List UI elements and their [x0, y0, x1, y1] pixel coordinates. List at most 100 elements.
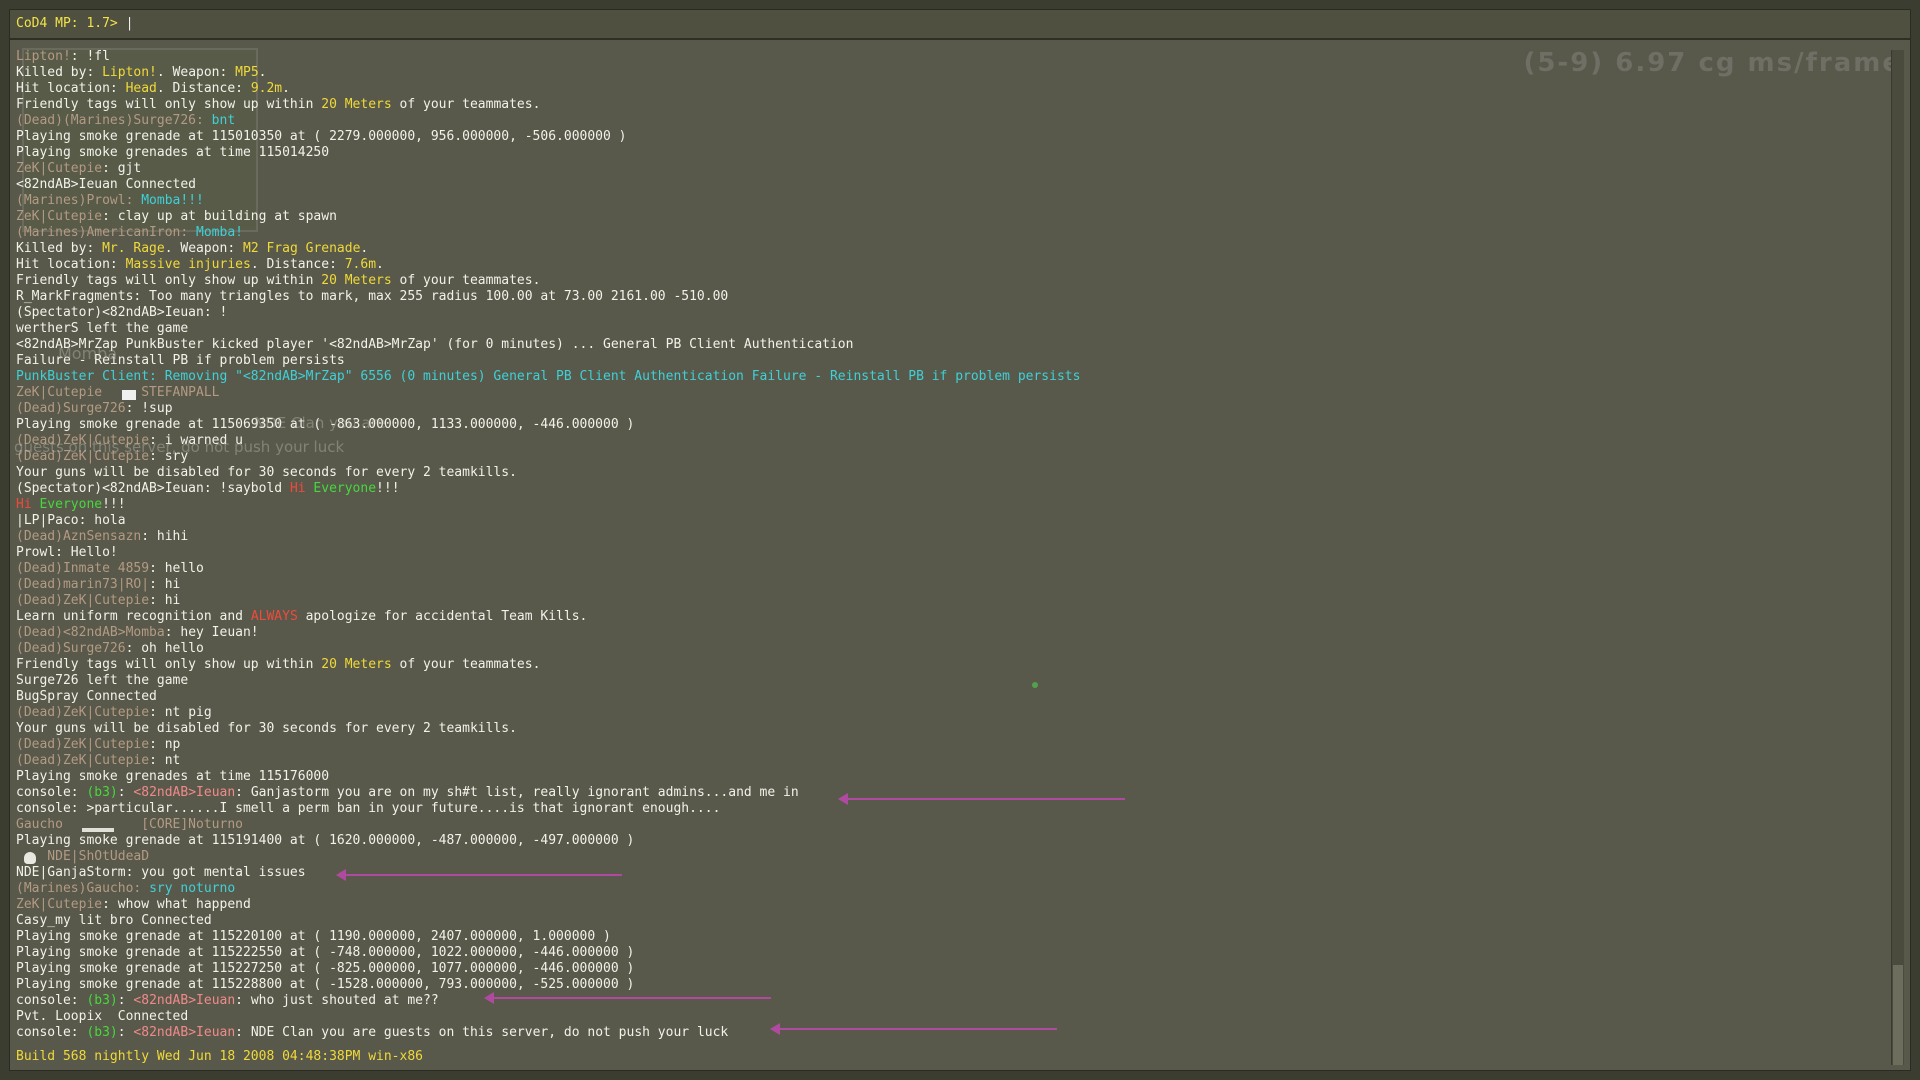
log-segment: : NDE Clan you are guests on this server… [235, 1025, 729, 1040]
log-segment: : hello [149, 561, 204, 576]
log-segment: Playing smoke grenades at time 115176000 [16, 769, 330, 784]
log-segment: ZeK|Cutepie [16, 385, 103, 400]
log-segment: (Dead)<82ndAB>Momba [16, 625, 165, 640]
log-segment: MP5 [235, 65, 259, 80]
log-segment: : [117, 993, 134, 1008]
log-line: NDE|ShOtUdeaD [16, 849, 1880, 865]
log-segment: Playing smoke grenade at 115010350 at ( … [16, 129, 627, 144]
log-segment: : hi [149, 577, 181, 592]
log-segment: Playing smoke grenade at 115222550 at ( … [16, 945, 635, 960]
log-line: Playing smoke grenades at time 115014250 [16, 145, 1880, 161]
log-segment: Hit location: [16, 257, 126, 272]
log-line: ZeK|Cutepie: clay up at building at spaw… [16, 209, 1880, 225]
log-segment: : clay up at building at spawn [102, 209, 337, 224]
console-log[interactable]: Lipton!: !fl Killed by: Lipton!. Weapon: … [16, 49, 1880, 1054]
log-line: Hit location: Head. Distance: 9.2m. [16, 81, 1880, 97]
log-line: (Dead)<82ndAB>Momba: hey Ieuan! [16, 625, 1880, 641]
console-scrollbar[interactable] [1891, 50, 1904, 1065]
log-segment: Friendly tags will only show up within [16, 657, 322, 672]
log-line: (Marines)AmericanIron: Momba! [16, 225, 1880, 241]
log-line: (Dead)ZeK|Cutepie: nt [16, 753, 1880, 769]
log-segment: (Spectator)<82ndAB>Ieuan: ! [16, 305, 228, 320]
log-segment: (Dead)Surge726 [16, 401, 126, 416]
log-segment: Surge726 left the game [16, 673, 189, 688]
log-line: Prowl: Hello! [16, 545, 1880, 561]
log-segment: Hi [16, 497, 40, 512]
log-segment: (Dead)ZeK|Cutepie [16, 737, 150, 752]
log-segment: . Weapon: [156, 65, 236, 80]
log-segment: of your teammates. [391, 657, 541, 672]
log-segment: . [258, 65, 267, 80]
console-prompt: CoD4 MP: 1.7> [16, 16, 118, 31]
log-segment: Hit location: [16, 81, 126, 96]
perf-overlay: (5-9) 6.97 cg ms/frame [1523, 48, 1902, 78]
log-segment: !!! [102, 497, 126, 512]
log-segment: (Marines)Prowl: [16, 193, 142, 208]
log-segment: |LP|Paco: hola [16, 513, 126, 528]
annotation-arrow-4 [770, 1023, 1057, 1035]
skull-icon [24, 852, 36, 864]
log-line: (Marines)Gaucho: sry noturno [16, 881, 1880, 897]
log-segment: Casy_my lit bro Connected [16, 913, 212, 928]
log-line: Learn uniform recognition and ALWAYS apo… [16, 609, 1880, 625]
console-input-bar[interactable]: CoD4 MP: 1.7> | [10, 10, 1910, 40]
log-line: Killed by: Mr. Rage. Weapon: M2 Frag Gre… [16, 241, 1880, 257]
log-segment: M2 Frag Grenade [243, 241, 361, 256]
log-segment: Playing smoke grenade at 115220100 at ( … [16, 929, 611, 944]
log-segment: : Ganjastorm you are on my sh#t list, re… [235, 785, 799, 800]
log-line: console: >particular......I smell a perm… [16, 801, 1880, 817]
log-line: (Dead)ZeK|Cutepie: np [16, 737, 1880, 753]
crosshair-icon [1032, 682, 1038, 688]
log-segment: <82ndAB>Ieuan Connected [16, 177, 197, 192]
log-line: Friendly tags will only show up within 2… [16, 273, 1880, 289]
console-window: CoD4 MP: 1.7> | Lipton!: !fl Killed by: L… [9, 9, 1911, 1071]
log-segment: !!! [376, 481, 400, 496]
log-segment: of your teammates. [391, 273, 541, 288]
log-segment: STEFANPALL [102, 385, 220, 400]
log-line: (Spectator)<82ndAB>Ieuan: !saybold Hi Ev… [16, 481, 1880, 497]
log-line: (Dead)(Marines)Surge726: bnt [16, 113, 1880, 129]
ghost-killfeed-name: Momba [58, 344, 118, 363]
annotation-arrow-1 [838, 793, 1125, 805]
log-segment: ZeK|Cutepie [16, 897, 103, 912]
log-segment: 20 Meters [321, 273, 392, 288]
log-segment: : hey Ieuan! [164, 625, 259, 640]
log-segment: (Spectator)<82ndAB>Ieuan: !saybold [16, 481, 290, 496]
log-segment: Momba!!! [141, 193, 204, 208]
log-segment: Playing smoke grenade at 115228800 at ( … [16, 977, 635, 992]
log-line: wertherS left the game [16, 321, 1880, 337]
log-segment: 20 Meters [321, 97, 392, 112]
text-cursor: | [125, 16, 134, 31]
log-segment: 20 Meters [321, 657, 392, 672]
log-segment: BugSpray Connected [16, 689, 157, 704]
log-segment: (Dead)marin73|RO| [16, 577, 150, 592]
log-segment: Momba! [196, 225, 243, 240]
log-line: ZeK|Cutepie: whow what happend [16, 897, 1880, 913]
log-segment: : !sup [125, 401, 173, 416]
log-line: <82ndAB>MrZap PunkBuster kicked player '… [16, 337, 1880, 353]
log-segment: Gaucho [CORE]Noturno [16, 817, 243, 832]
log-segment: : [117, 785, 134, 800]
log-segment: Learn uniform recognition and [16, 609, 251, 624]
log-segment: (b3) [86, 1025, 118, 1040]
log-segment: console: >particular......I smell a perm… [16, 801, 721, 816]
scrollbar-thumb[interactable] [1893, 965, 1903, 1065]
log-segment: Everyone [39, 497, 103, 512]
log-segment: : hihi [141, 529, 189, 544]
log-segment: Prowl: Hello! [16, 545, 118, 560]
log-segment: of your teammates. [391, 97, 541, 112]
log-segment: (Dead)(Marines)Surge726: [16, 113, 212, 128]
log-segment: Hi [289, 481, 314, 496]
log-segment: console: [16, 785, 87, 800]
log-segment: <82ndAB>Ieuan [133, 1025, 236, 1040]
flag-icon [122, 390, 136, 400]
log-segment: <82ndAB>MrZap PunkBuster kicked player '… [16, 337, 854, 352]
log-segment: Mr. Rage [102, 241, 165, 256]
log-line: PunkBuster Client: Removing "<82ndAB>MrZ… [16, 369, 1880, 385]
log-segment: sry noturno [149, 881, 236, 896]
log-segment: : gjt [102, 161, 142, 176]
log-segment: Killed by: [16, 65, 103, 80]
log-line: ZeK|Cutepie STEFANPALL [16, 385, 1880, 401]
log-segment: . Weapon: [164, 241, 243, 256]
log-line: Your guns will be disabled for 30 second… [16, 465, 1880, 481]
